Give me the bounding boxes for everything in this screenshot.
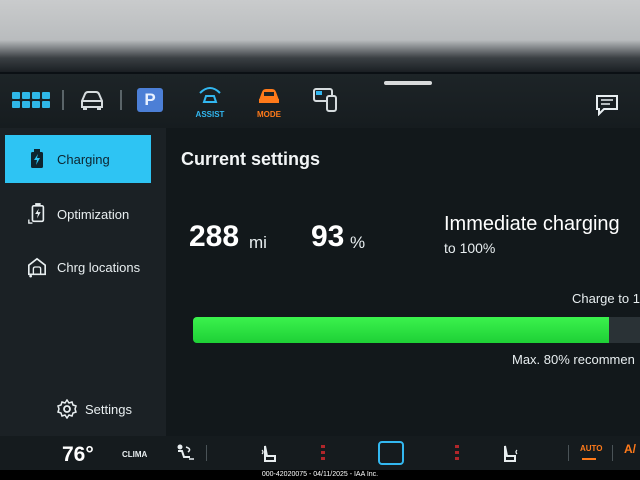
seat-heat-left-icon[interactable]	[260, 444, 278, 469]
auto-climate-button[interactable]: AUTO	[580, 444, 603, 453]
assist-icon	[199, 87, 221, 103]
optimization-icon	[27, 202, 47, 226]
watermark-text: 000-42020075 - 04/11/2025 - IAA Inc.	[261, 471, 379, 478]
sidebar-item-charging[interactable]: Charging	[5, 135, 151, 183]
airflow-icon[interactable]	[172, 443, 196, 468]
seat-heat-level-left	[321, 444, 325, 462]
battery-percent-unit: %	[350, 233, 366, 252]
max-recommendation-note: Max. 80% recommen	[512, 352, 635, 367]
climate-bar	[0, 436, 640, 470]
charge-to-label: Charge to 1	[572, 291, 640, 306]
gear-icon	[57, 399, 77, 419]
auto-indicator	[582, 458, 596, 460]
phone-projection-icon[interactable]	[312, 86, 340, 119]
sidebar-item-label: Settings	[85, 401, 132, 417]
vehicle-icon[interactable]	[78, 88, 106, 117]
screen-bezel	[0, 0, 640, 72]
divider	[62, 90, 64, 110]
assist-label: ASSIST	[195, 110, 225, 119]
seat-heat-level-right	[455, 444, 459, 462]
sidebar-item-charge-locations[interactable]: Chrg locations	[5, 243, 151, 291]
main-panel	[166, 128, 640, 436]
range-unit: mi	[249, 233, 267, 252]
charging-mode-title[interactable]: Immediate charging	[444, 213, 620, 236]
drive-mode-icon	[259, 89, 279, 103]
divider	[206, 445, 207, 461]
sidebar-item-label: Charging	[57, 151, 110, 167]
apps-grid-icon[interactable]	[12, 92, 52, 110]
sidebar-item-settings[interactable]: Settings	[5, 385, 151, 433]
charge-level-bar[interactable]	[193, 317, 640, 343]
charge-level-fill	[193, 317, 609, 343]
sidebar-item-label: Optimization	[57, 206, 130, 222]
parking-button[interactable]: P	[137, 88, 163, 112]
page-title: Current settings	[181, 149, 321, 169]
mode-label: MODE	[257, 110, 281, 119]
divider	[612, 445, 613, 461]
drawer-handle[interactable]	[384, 81, 432, 85]
divider	[568, 445, 569, 461]
assist-button[interactable]: ASSIST	[193, 86, 227, 119]
charge-locations-icon	[27, 255, 47, 279]
temperature-value[interactable]: 76°	[62, 443, 94, 467]
battery-percent: 93	[311, 220, 345, 253]
range-value: 288	[189, 220, 240, 253]
clima-button[interactable]: CLIMA	[122, 450, 147, 459]
sidebar-item-optimization[interactable]: Optimization	[5, 190, 151, 238]
seat-heat-right-icon[interactable]	[501, 444, 519, 469]
auto-climate-right-button[interactable]: A/	[624, 442, 636, 456]
home-button[interactable]	[378, 441, 404, 465]
drive-mode-button[interactable]: MODE	[252, 86, 286, 119]
message-icon[interactable]	[595, 94, 619, 121]
battery-charging-icon	[27, 149, 47, 169]
sidebar-item-label: Chrg locations	[57, 259, 141, 275]
divider	[120, 90, 122, 110]
charging-mode-target: to 100%	[444, 240, 496, 256]
